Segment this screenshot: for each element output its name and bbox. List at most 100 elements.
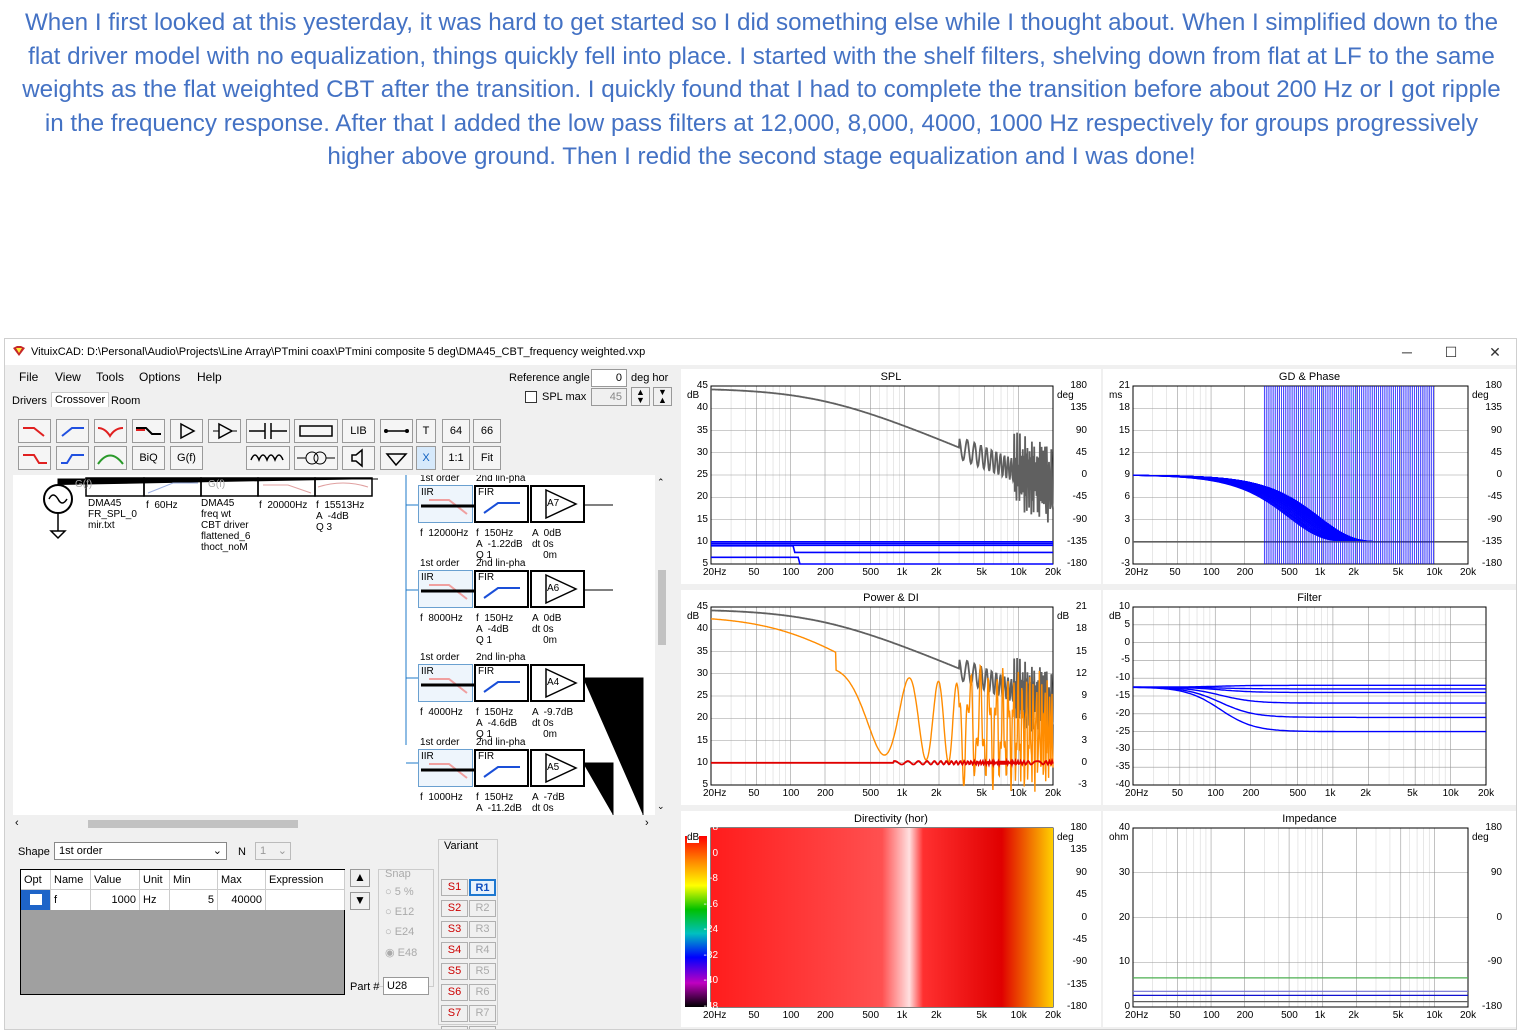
parameter-table[interactable]: Opt Name Value Unit Min Max Expression f… [20,869,345,995]
wire-tool-button[interactable] [380,419,413,443]
spinner-updown-icon[interactable]: ▲ ▼ [631,387,650,406]
variant-r7-button[interactable]: R7 [469,1005,496,1022]
fir-block[interactable]: FIR [474,485,529,523]
iir-block[interactable]: IIR [418,485,474,523]
schematic-hscrollbar[interactable]: ‹ › [13,817,663,831]
chart-panel-0[interactable]: SPL 45 40 35 30 25 20 15 10 5 180 135 90 45 0 -45 -90 -13… [681,369,1101,584]
variant-s1-button[interactable]: S1 [441,879,468,896]
amplifier-tool-button[interactable] [170,419,203,443]
fir-block[interactable]: FIR [474,664,529,702]
menu-view[interactable]: View [55,370,81,384]
variant-s4-button[interactable]: S4 [441,942,468,959]
expression-cell[interactable] [266,890,345,910]
lowpass-tool-button[interactable] [18,419,51,443]
spl-max-checkbox[interactable] [525,391,537,403]
min-cell[interactable]: 5 [170,890,218,910]
inverting-amp-button[interactable] [208,419,241,443]
snap-e24[interactable]: ○ E24 [385,926,414,938]
chart-panel-4[interactable]: Directivity (hor) 8 0 -8 -16 -24 -32 -40 -48 180 1… [681,811,1101,1027]
chart-panel-1[interactable]: GD & Phase 21 18 15 12 9 6 3 0 -3 180 135 90 45 0 -45 -9… [1103,369,1516,584]
part-input[interactable]: U28 [383,977,429,995]
transfer-function-button[interactable]: G(f) [170,446,203,470]
highpass-tool-button[interactable] [56,419,89,443]
variant-r3-button[interactable]: R3 [469,921,496,938]
variant-s5-button[interactable]: S5 [441,963,468,980]
variant-r6-button[interactable]: R6 [469,984,496,1001]
variant-s6-button[interactable]: S6 [441,984,468,1001]
chart-panel-2[interactable]: Power & DI 45 40 35 30 25 20 15 10 5 21 18 15 12 9 6 3 0-… [681,590,1101,805]
inductor-tool-button[interactable] [246,446,290,470]
fir-block[interactable]: FIR [474,570,529,608]
menu-file[interactable]: File [19,370,38,384]
variant-s3-button[interactable]: S3 [441,921,468,938]
ground-tool-button[interactable] [380,446,413,470]
text-tool-button[interactable]: T [416,419,436,443]
variant-r8-button[interactable]: R8 [469,1026,496,1029]
menu-help[interactable]: Help [197,370,222,384]
lib-button[interactable]: LIB [342,419,375,443]
move-down-button[interactable]: ▼ [350,892,370,910]
close-button[interactable]: ✕ [1473,341,1516,363]
variant-r5-button[interactable]: R5 [469,963,496,980]
variant-s2-button[interactable]: S2 [441,900,468,917]
spl-max-input[interactable]: 45 [591,388,627,406]
n-select[interactable]: 1 ⌄ [255,842,291,860]
minimize-button[interactable]: ─ [1385,341,1429,363]
grid-66-button[interactable]: 66 [473,419,501,443]
reference-angle-input[interactable]: 0 [591,369,627,387]
shape-select[interactable]: 1st order ⌄ [54,842,227,860]
tab-crossover[interactable]: Crossover [51,392,110,407]
fir-block[interactable]: FIR [474,749,529,787]
iir-block[interactable]: IIR [418,570,474,608]
snap-e12[interactable]: ○ E12 [385,906,414,918]
schematic-vscrollbar[interactable]: ⌃ ⌄ [655,475,669,815]
highpass2-tool-button[interactable] [56,446,89,470]
iir-block[interactable]: IIR [418,664,474,702]
tab-drivers[interactable]: Drivers [9,394,50,408]
zoom-fit-button[interactable]: Fit [473,446,501,470]
opt-cell[interactable] [21,890,51,910]
snap-e48[interactable]: ◉ E48 [385,946,417,959]
shelf-tool-button[interactable] [132,419,165,443]
tab-room[interactable]: Room [108,394,143,408]
delete-x-button[interactable]: X [416,446,436,470]
amp-block[interactable]: A4 [530,664,585,702]
bandpass-tool-button[interactable] [94,446,127,470]
variant-r4-button[interactable]: R4 [469,942,496,959]
chart-panel-3[interactable]: Filter 10 5 0 -5 -10 -15 -20 -25 -30 -35 -40 dB 20Hz 5… [1103,590,1516,805]
scroll-right-icon[interactable]: › [645,817,649,829]
variant-s7-button[interactable]: S7 [441,1005,468,1022]
scroll-up-icon[interactable]: ⌃ [657,477,665,488]
scroll-down-icon[interactable]: ⌄ [657,801,665,812]
vscroll-thumb[interactable] [658,570,666,645]
amp-block[interactable]: A5 [530,749,585,787]
scroll-left-icon[interactable]: ‹ [15,817,19,829]
menu-tools[interactable]: Tools [96,370,124,384]
zoom-1to1-button[interactable]: 1:1 [442,446,470,470]
spinner-expand-icon[interactable]: ▼ ▲ [653,387,672,406]
grid-64-button[interactable]: 64 [442,419,470,443]
notch-tool-button[interactable] [94,419,127,443]
lowpass2-tool-button[interactable] [18,446,51,470]
chart-panel-5[interactable]: Impedance 40 30 20 10 0 180 90 0 -90 -180 ohm deg 20H… [1103,811,1516,1027]
biquad-tool-button[interactable]: BiQ [132,446,165,470]
schematic-canvas[interactable]: G(f) G(f) DMA45 FR_SPL_0 mir.txt f 60Hz … [13,475,667,815]
max-cell[interactable]: 40000 [218,890,266,910]
hscroll-thumb[interactable] [88,820,298,828]
opt-checkbox[interactable] [30,894,42,905]
driver-tool-button[interactable] [342,446,375,470]
menu-options[interactable]: Options [139,370,180,384]
iir-block[interactable]: IIR [418,749,474,787]
variant-r2-button[interactable]: R2 [469,900,496,917]
value-cell[interactable]: 1000 [91,890,140,910]
amp-block[interactable]: A7 [530,485,585,523]
snap-5pct[interactable]: ○ 5 % [385,886,414,898]
resistor-tool-button[interactable] [294,419,338,443]
amp-block[interactable]: A6 [530,570,585,608]
variant-r1-button[interactable]: R1 [469,879,496,896]
capacitor-tool-button[interactable] [246,419,290,443]
move-up-button[interactable]: ▲ [350,869,370,887]
maximize-button[interactable]: ☐ [1429,341,1473,363]
transformer-tool-button[interactable] [294,446,338,470]
variant-s8-button[interactable]: S8 [441,1026,468,1029]
